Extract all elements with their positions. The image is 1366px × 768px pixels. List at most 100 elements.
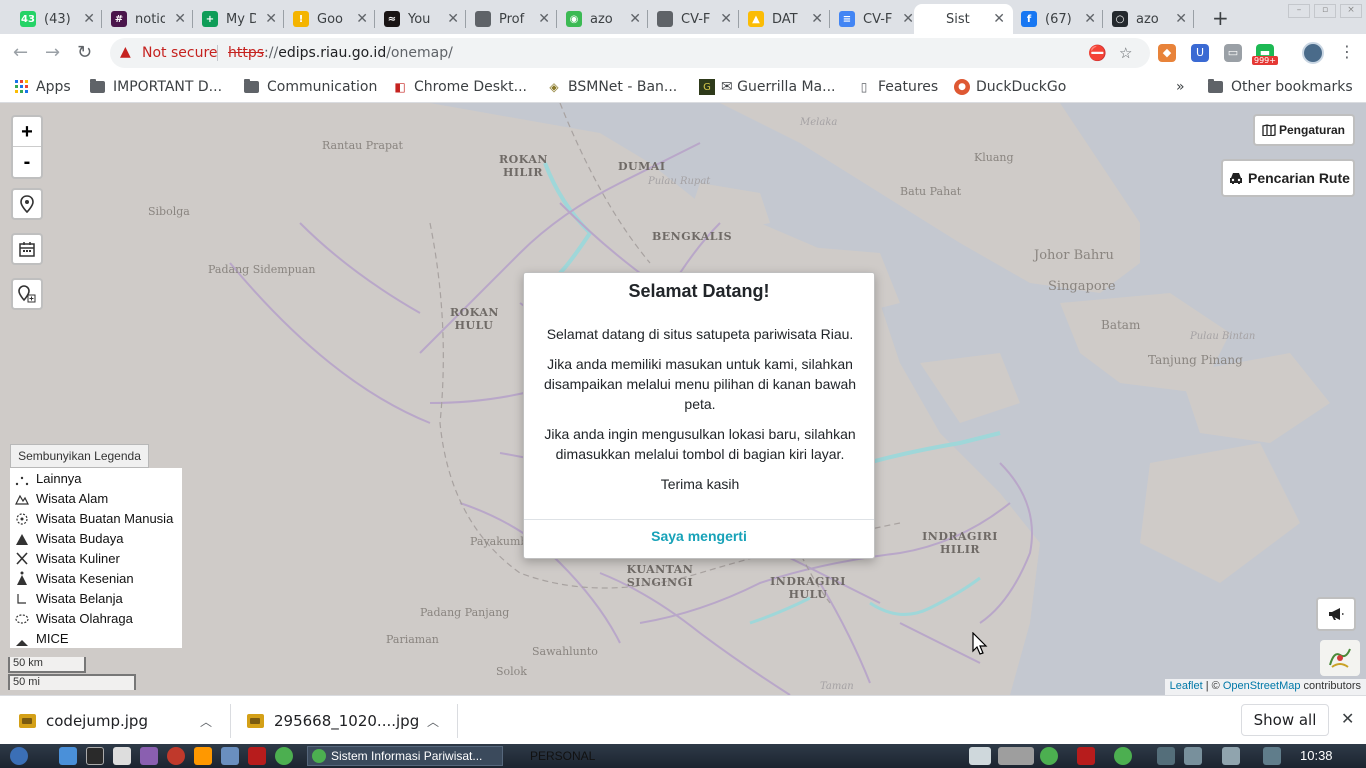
legend-toggle-button[interactable]: Sembunyikan Legenda bbox=[10, 444, 149, 468]
window-close-button[interactable]: × bbox=[1340, 4, 1362, 18]
bookmark-bsmnet[interactable]: ◈ BSMNet - Ban... bbox=[546, 77, 677, 97]
tab-close-icon[interactable]: ✕ bbox=[538, 11, 550, 27]
tab[interactable]: 43 (43) ✕ bbox=[12, 4, 103, 34]
download-item[interactable]: codejump.jpg bbox=[19, 696, 148, 745]
tab[interactable]: ≈ You ✕ bbox=[376, 4, 467, 34]
tray-window-icon[interactable] bbox=[998, 747, 1034, 765]
tab-close-icon[interactable]: ✕ bbox=[174, 11, 186, 27]
settings-button[interactable]: Pengaturan bbox=[1253, 114, 1355, 146]
tab-close-icon[interactable]: ✕ bbox=[902, 11, 914, 27]
tray-window-icon[interactable] bbox=[969, 747, 991, 765]
url-scheme: https bbox=[228, 45, 265, 61]
close-icon[interactable]: ✕ bbox=[1341, 709, 1354, 728]
wifi-signal-icon[interactable] bbox=[1222, 747, 1240, 765]
tab[interactable]: + My D ✕ bbox=[194, 4, 285, 34]
chrome-icon[interactable] bbox=[1114, 747, 1132, 765]
bluetooth-icon[interactable] bbox=[1157, 747, 1175, 765]
tab-close-icon[interactable]: ✕ bbox=[265, 11, 277, 27]
calendar-button[interactable] bbox=[11, 233, 43, 265]
new-tab-button[interactable]: + bbox=[1212, 6, 1229, 30]
profile-avatar[interactable] bbox=[1302, 42, 1324, 64]
address-bar[interactable]: ▲ Not secure https://edips.riau.go.id/on… bbox=[110, 38, 1150, 68]
tab[interactable]: Prof ✕ bbox=[467, 4, 558, 34]
extension-cast-icon[interactable]: ▭ bbox=[1224, 44, 1242, 62]
feedback-button[interactable] bbox=[1316, 597, 1356, 631]
tab[interactable]: # notion ✕ bbox=[103, 4, 194, 34]
page-icon bbox=[657, 11, 673, 27]
bookmark-apps[interactable]: Apps bbox=[14, 77, 71, 97]
network-icon[interactable] bbox=[221, 747, 239, 765]
app-icon[interactable] bbox=[248, 747, 266, 765]
tab-close-icon[interactable]: ✕ bbox=[1175, 11, 1187, 27]
volume-icon[interactable] bbox=[1263, 747, 1281, 765]
bookmark-folder-communication[interactable]: Communication bbox=[244, 77, 377, 97]
taskbar-window-button[interactable]: Sistem Informasi Pariwisat... bbox=[307, 746, 503, 766]
tab-close-icon[interactable]: ✕ bbox=[83, 11, 95, 27]
bookmark-features[interactable]: ▯ Features bbox=[856, 77, 939, 97]
download-item[interactable]: 295668_1020....jpg bbox=[247, 696, 419, 745]
sublime-icon[interactable] bbox=[194, 747, 212, 765]
bookmarks-overflow-button[interactable]: » bbox=[1176, 77, 1185, 97]
openstreetmap-link[interactable]: OpenStreetMap bbox=[1223, 680, 1301, 692]
back-icon[interactable]: ← bbox=[13, 42, 28, 63]
forward-icon[interactable]: → bbox=[45, 42, 60, 63]
security-label[interactable]: Not secure bbox=[142, 45, 218, 61]
terminal-icon[interactable] bbox=[86, 747, 104, 765]
bookmark-star-icon[interactable]: ☆ bbox=[1119, 44, 1132, 62]
extension-u-icon[interactable]: U bbox=[1191, 44, 1209, 62]
tab[interactable]: CV-F ✕ bbox=[649, 4, 740, 34]
bookmark-duckduckgo[interactable]: ● DuckDuckGo bbox=[954, 77, 1066, 97]
url-text[interactable]: https://edips.riau.go.id/onemap/ bbox=[228, 45, 453, 61]
bookmark-chrome-desktop[interactable]: ◧ Chrome Deskt... bbox=[392, 77, 527, 97]
text-editor-icon[interactable] bbox=[113, 747, 131, 765]
tab-separator bbox=[465, 10, 466, 28]
sports-icon bbox=[15, 614, 29, 624]
route-search-button[interactable]: Pencarian Rute bbox=[1221, 159, 1355, 197]
chrome-icon[interactable] bbox=[1040, 747, 1058, 765]
tracker-blocked-icon[interactable]: ⛔ bbox=[1088, 44, 1107, 62]
tab-close-icon[interactable]: ✕ bbox=[447, 11, 459, 27]
zoom-out-button[interactable]: - bbox=[13, 147, 41, 177]
map-container[interactable]: Rantau Prapat Sibolga Padang Sidempuan P… bbox=[0, 103, 1366, 695]
warning-icon[interactable]: ▲ bbox=[120, 44, 131, 60]
zoom-in-button[interactable]: + bbox=[13, 117, 41, 147]
extension-fox-icon[interactable]: ◆ bbox=[1158, 44, 1176, 62]
modal-ok-button[interactable]: Saya mengerti bbox=[524, 528, 874, 544]
tab[interactable]: ◉ azo ✕ bbox=[558, 4, 649, 34]
battery-icon[interactable] bbox=[1184, 747, 1202, 765]
locate-button[interactable] bbox=[11, 188, 43, 220]
chevron-up-icon[interactable]: ︿ bbox=[427, 713, 439, 730]
start-menu-icon[interactable] bbox=[10, 747, 28, 765]
tab[interactable]: ○ azo ✕ bbox=[1104, 4, 1195, 34]
tab-close-icon[interactable]: ✕ bbox=[811, 11, 823, 27]
bookmark-guerrilla-mail[interactable]: G ✉ Guerrilla Ma... bbox=[699, 77, 836, 97]
app-icon[interactable] bbox=[1077, 747, 1095, 765]
leaflet-link[interactable]: Leaflet bbox=[1170, 680, 1203, 692]
tab-close-icon[interactable]: ✕ bbox=[1084, 11, 1096, 27]
tab[interactable]: ▲ DAT ✕ bbox=[740, 4, 831, 34]
folder-icon bbox=[244, 79, 259, 93]
show-all-downloads-button[interactable]: Show all bbox=[1241, 704, 1329, 736]
chrome-icon[interactable] bbox=[275, 747, 293, 765]
tab-close-icon[interactable]: ✕ bbox=[993, 11, 1005, 27]
reload-icon[interactable]: ↻ bbox=[77, 42, 92, 63]
tab[interactable]: ≡ CV-F ✕ bbox=[831, 4, 922, 34]
tab-close-icon[interactable]: ✕ bbox=[629, 11, 641, 27]
bookmark-folder-important[interactable]: IMPORTANT D... bbox=[90, 77, 222, 97]
media-icon[interactable] bbox=[140, 747, 158, 765]
tab[interactable]: ! Goo ✕ bbox=[285, 4, 376, 34]
tab[interactable]: f (67) ✕ bbox=[1013, 4, 1104, 34]
tab-close-icon[interactable]: ✕ bbox=[356, 11, 368, 27]
menu-kebab-icon[interactable]: ⋮ bbox=[1339, 42, 1355, 61]
tab-close-icon[interactable]: ✕ bbox=[720, 11, 732, 27]
maximize-button[interactable]: ▫ bbox=[1314, 4, 1336, 18]
shopping-icon bbox=[17, 594, 26, 604]
chevron-up-icon[interactable]: ︿ bbox=[200, 713, 212, 730]
settings-gear-icon[interactable] bbox=[167, 747, 185, 765]
add-location-button[interactable] bbox=[11, 278, 43, 310]
other-bookmarks[interactable]: Other bookmarks bbox=[1208, 77, 1353, 97]
file-manager-icon[interactable] bbox=[59, 747, 77, 765]
legend-item: MICE bbox=[10, 628, 69, 648]
minimize-button[interactable]: – bbox=[1288, 4, 1310, 18]
tab[interactable]: Sist ✕ bbox=[914, 4, 1013, 34]
